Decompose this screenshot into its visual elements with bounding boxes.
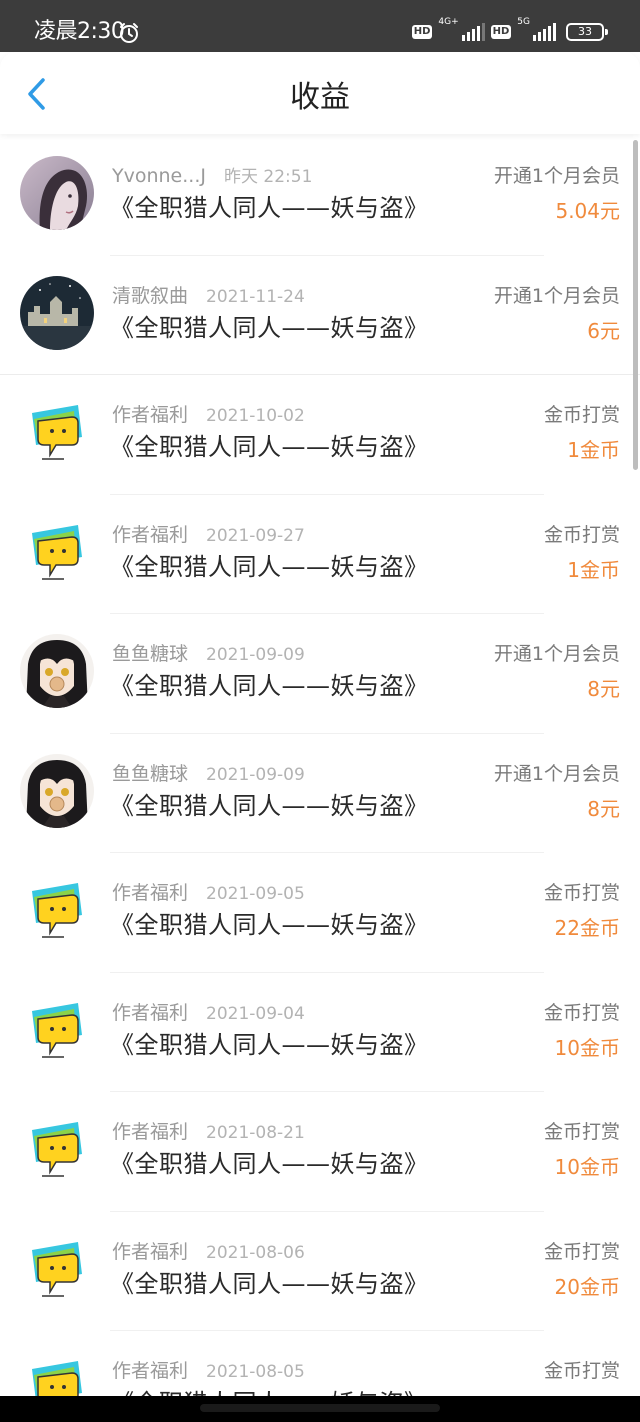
earning-amount: 10金币 [554, 1035, 620, 1060]
home-indicator[interactable] [200, 1404, 440, 1412]
earning-date: 昨天 22:51 [224, 167, 313, 187]
earning-date: 2021-08-05 [206, 1362, 305, 1382]
sender-name: 鱼鱼糖球 [112, 762, 189, 785]
book-title: 《全职猎人同人——妖与盗》 [110, 1030, 429, 1059]
earning-row[interactable]: 鱼鱼糖球 2021-09-09 《全职猎人同人——妖与盗》 开通1个月会员 8元 [0, 734, 640, 853]
nav-bar: 收益 [0, 52, 640, 134]
book-title: 《全职猎人同人——妖与盗》 [110, 672, 429, 700]
sender-name: 作者福利 [112, 882, 189, 904]
hd-badge-2: HD [490, 25, 512, 39]
book-title: 《全职猎人同人——妖与盗》 [110, 194, 429, 222]
earning-type: 金币打赏 [543, 1240, 620, 1263]
earning-row[interactable]: 作者福利 2021-08-06 《全职猎人同人——妖与盗》 金币打赏 20金币 [0, 1212, 640, 1331]
avatar[interactable] [20, 514, 94, 589]
avatar[interactable] [20, 992, 94, 1067]
avatar[interactable] [20, 753, 94, 828]
sender-name: 作者福利 [112, 1121, 189, 1143]
book-title: 《全职猎人同人——妖与盗》 [110, 313, 429, 342]
earning-type: 金币打赏 [543, 523, 620, 546]
avatar[interactable] [20, 1231, 94, 1306]
sender-name: 作者福利 [112, 404, 189, 426]
network-type-label-2: 5G [517, 17, 530, 27]
earning-type: 开通1个月会员 [493, 762, 620, 785]
earning-type: 开通1个月会员 [493, 284, 620, 307]
earning-amount: 6元 [587, 318, 620, 343]
earning-date: 2021-09-04 [206, 1003, 305, 1024]
sender-name: 作者福利 [112, 1001, 189, 1024]
avatar[interactable] [20, 1112, 94, 1186]
book-title: 《全职猎人同人——妖与盗》 [110, 911, 429, 939]
earning-amount: 1金币 [567, 557, 620, 582]
earning-type: 金币打赏 [543, 1360, 620, 1382]
earning-date: 2021-08-06 [206, 1242, 305, 1263]
earning-date: 2021-11-24 [206, 286, 305, 307]
earning-date: 2021-09-05 [206, 884, 305, 904]
avatar[interactable] [20, 275, 94, 350]
earning-amount: 1金币 [567, 438, 620, 462]
page-title: 收益 [290, 80, 350, 115]
status-indicators: HD 4G+ HD 5G 33 [411, 17, 608, 47]
earning-row[interactable]: 清歌叙曲 2021-11-24 《全职猎人同人——妖与盗》 开通1个月会员 6元 [0, 256, 640, 375]
earning-row[interactable]: Yvonne...J 昨天 22:51 《全职猎人同人——妖与盗》 开通1个月会员 5.… [0, 136, 640, 256]
sender-name: 作者福利 [112, 523, 189, 546]
earning-amount: 22金币 [554, 916, 620, 940]
earning-row[interactable]: 鱼鱼糖球 2021-09-09 《全职猎人同人——妖与盗》 开通1个月会员 8元 [0, 614, 640, 734]
earning-date: 2021-09-09 [206, 645, 305, 665]
earning-date: 2021-08-21 [206, 1123, 305, 1143]
hd-badge: HD [411, 25, 433, 39]
earning-date: 2021-10-02 [206, 406, 305, 426]
sender-name: 清歌叙曲 [112, 284, 189, 307]
book-title: 《全职猎人同人——妖与盗》 [110, 1150, 429, 1178]
scrollbar[interactable] [633, 140, 638, 470]
battery-icon: 33 [566, 23, 608, 41]
earning-row[interactable]: 作者福利 2021-08-21 《全职猎人同人——妖与盗》 金币打赏 10金币 [0, 1092, 640, 1212]
signal-strength-icon [461, 23, 485, 41]
earning-row[interactable]: 作者福利 2021-10-02 《全职猎人同人——妖与盗》 金币打赏 1金币 [0, 375, 640, 495]
earning-row[interactable]: 作者福利2021-08-05《全职猎人同人——妖与盗》金币打赏 [0, 1331, 640, 1398]
earning-type: 金币打赏 [543, 882, 620, 904]
earning-row[interactable]: 作者福利 2021-09-05 《全职猎人同人——妖与盗》 金币打赏 22金币 [0, 853, 640, 973]
signal-strength-icon-2 [533, 23, 556, 41]
earning-type: 金币打赏 [543, 1001, 620, 1024]
sender-name: 作者福利 [112, 1360, 189, 1382]
book-title: 《全职猎人同人——妖与盗》 [110, 552, 429, 581]
avatar[interactable] [20, 156, 94, 230]
earning-type: 金币打赏 [543, 1121, 620, 1143]
earning-row[interactable]: 作者福利 2021-09-27 《全职猎人同人——妖与盗》 金币打赏 1金币 [0, 495, 640, 614]
avatar[interactable] [20, 634, 94, 708]
earning-amount: 10金币 [554, 1155, 620, 1179]
status-bar: 凌晨2:30 HD 4G+ HD 5G 33 [0, 0, 640, 52]
sender-name: Yvonne...J [112, 165, 206, 187]
sender-name: 鱼鱼糖球 [112, 643, 189, 665]
battery-level: 33 [578, 25, 592, 38]
avatar[interactable] [20, 395, 94, 469]
earning-type: 开通1个月会员 [493, 643, 620, 665]
earning-amount: 5.04元 [555, 199, 620, 223]
earnings-list: Yvonne...J 昨天 22:51 《全职猎人同人——妖与盗》 开通1个月会员 5.… [0, 136, 640, 1398]
earning-amount: 8元 [587, 796, 620, 821]
book-title: 《全职猎人同人——妖与盗》 [110, 791, 429, 820]
earning-type: 开通1个月会员 [493, 165, 620, 187]
book-title: 《全职猎人同人——妖与盗》 [110, 1269, 429, 1298]
alarm-clock-icon [120, 23, 138, 43]
earning-date: 2021-09-27 [206, 525, 305, 546]
avatar[interactable] [20, 873, 94, 947]
status-time: 凌晨2:30 [34, 19, 125, 44]
earning-amount: 8元 [587, 677, 620, 701]
earning-type: 金币打赏 [543, 404, 620, 426]
earning-date: 2021-09-09 [206, 764, 305, 785]
earning-row[interactable]: 作者福利 2021-09-04 《全职猎人同人——妖与盗》 金币打赏 10金币 [0, 973, 640, 1092]
avatar[interactable] [20, 1351, 94, 1398]
book-title: 《全职猎人同人——妖与盗》 [110, 433, 429, 461]
earning-amount: 20金币 [554, 1274, 620, 1299]
network-type-label: 4G+ [438, 17, 459, 27]
sender-name: 作者福利 [112, 1240, 189, 1263]
